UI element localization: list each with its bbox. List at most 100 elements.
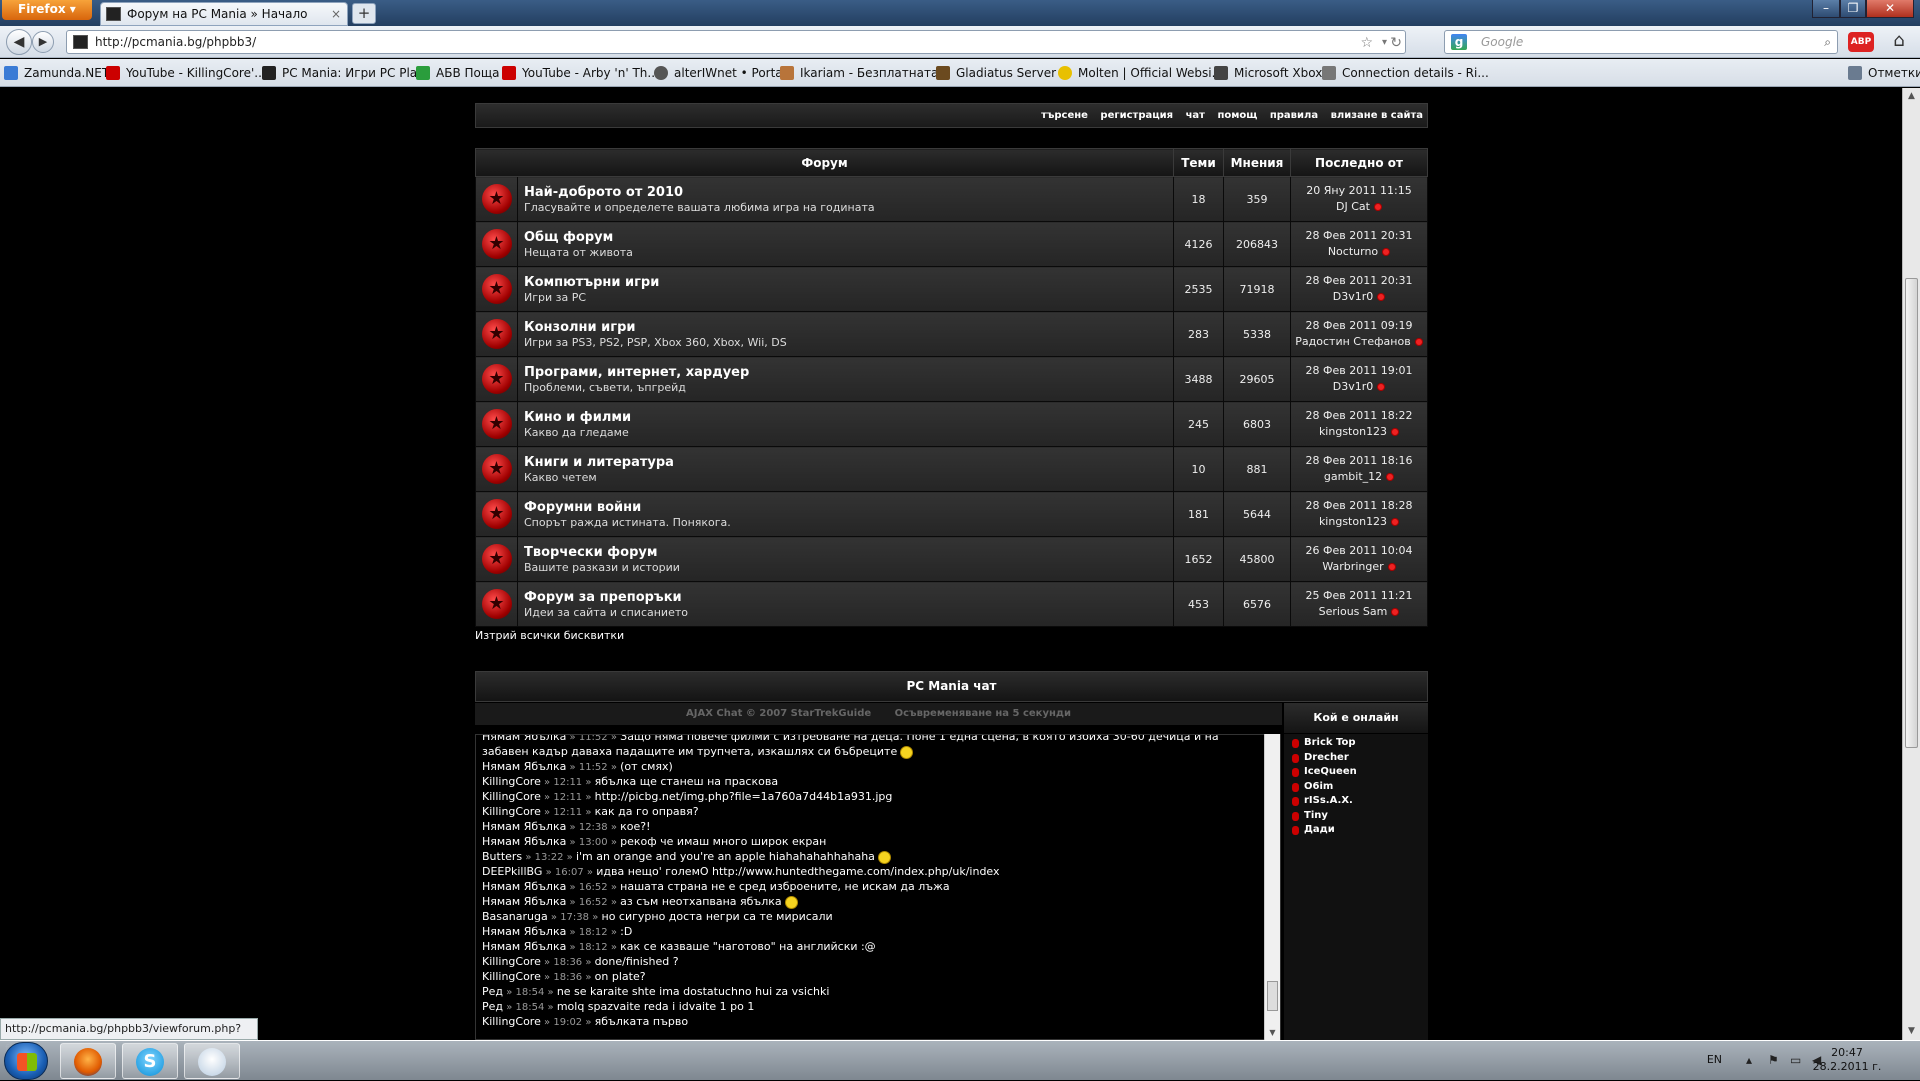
last-post-author-link[interactable]: D3v1r0 xyxy=(1333,290,1374,303)
online-user[interactable]: rISs.A.X. xyxy=(1284,794,1428,809)
last-post-author-link[interactable]: Warbringer xyxy=(1322,560,1383,573)
new-tab-button[interactable]: + xyxy=(352,3,376,24)
chat-username[interactable]: Butters xyxy=(482,850,522,863)
minimize-button[interactable]: – xyxy=(1812,0,1840,18)
last-post-author-link[interactable]: kingston123 xyxy=(1319,515,1387,528)
bookmark-item[interactable]: YouTube - KillingCore'... xyxy=(106,64,266,82)
forum-title-link[interactable]: Програми, интернет, хардуер xyxy=(524,365,1172,380)
close-window-button[interactable]: ✕ xyxy=(1866,0,1914,18)
nav-link-register[interactable]: регистрация xyxy=(1100,110,1173,121)
go-to-last-post-icon[interactable] xyxy=(1386,473,1395,481)
go-to-last-post-icon[interactable] xyxy=(1377,383,1386,391)
online-user[interactable]: IceQueen xyxy=(1284,765,1428,780)
go-to-last-post-icon[interactable] xyxy=(1391,608,1400,616)
last-post-author-link[interactable]: Nocturno xyxy=(1328,245,1378,258)
go-to-last-post-icon[interactable] xyxy=(1373,203,1382,211)
delete-cookies-link[interactable]: Изтрий всички бисквитки xyxy=(475,629,624,642)
chat-username[interactable]: Ред xyxy=(482,985,503,998)
home-icon[interactable]: ⌂ xyxy=(1884,30,1914,54)
go-to-last-post-icon[interactable] xyxy=(1377,293,1386,301)
forum-title-link[interactable]: Форум за препоръки xyxy=(524,590,1172,605)
start-button[interactable] xyxy=(4,1042,48,1080)
chat-username[interactable]: KillingCore xyxy=(482,955,541,968)
bookmark-item[interactable]: АБВ Поща xyxy=(416,64,500,82)
scroll-up-icon[interactable]: ▲ xyxy=(1903,88,1920,105)
other-bookmarks[interactable]: Отметки xyxy=(1848,64,1920,82)
forum-title-link[interactable]: Най-доброто от 2010 xyxy=(524,185,1172,200)
nav-link-rules[interactable]: правила xyxy=(1270,110,1318,121)
last-post-author-link[interactable]: Радостин Стефанов xyxy=(1295,335,1410,348)
chat-username[interactable]: KillingCore xyxy=(482,970,541,983)
go-to-last-post-icon[interactable] xyxy=(1414,338,1423,346)
google-icon[interactable]: g xyxy=(1451,34,1467,50)
clock[interactable]: 20:47 28.2.2011 г. xyxy=(1812,1046,1882,1074)
adblock-plus-icon[interactable]: ABP xyxy=(1848,32,1874,52)
action-center-flag-icon[interactable]: ⚑ xyxy=(1768,1053,1782,1067)
bookmark-item[interactable]: Molten | Official Websi... xyxy=(1058,64,1223,82)
online-user[interactable]: Дади xyxy=(1284,823,1428,838)
chat-username[interactable]: DEEPkillBG xyxy=(482,865,542,878)
show-hidden-icons-icon[interactable]: ▴ xyxy=(1746,1053,1760,1067)
bookmark-item[interactable]: Zamunda.NET xyxy=(4,64,109,82)
nav-link-help[interactable]: помощ xyxy=(1217,110,1257,121)
nav-link-search[interactable]: търсене xyxy=(1041,110,1088,121)
language-indicator[interactable]: EN xyxy=(1707,1053,1722,1066)
bookmark-item[interactable]: alterIWnet • Portal xyxy=(654,64,786,82)
last-post-author-link[interactable]: D3v1r0 xyxy=(1333,380,1374,393)
forward-button[interactable]: ▶ xyxy=(32,31,54,53)
page-scrollbar[interactable]: ▲ ▼ xyxy=(1902,88,1920,1040)
taskbar-paint[interactable] xyxy=(184,1043,240,1079)
chat-username[interactable]: Нямам Ябълка xyxy=(482,835,566,848)
scroll-down-icon[interactable]: ▼ xyxy=(1265,1025,1280,1040)
browser-tab[interactable]: Форум на PC Mania » Начало × xyxy=(100,2,348,26)
page-scroll-thumb[interactable] xyxy=(1905,278,1918,748)
chat-log[interactable]: Нямам Ябълка » 11:52 » Защо няма повече … xyxy=(475,734,1281,1040)
go-to-last-post-icon[interactable] xyxy=(1387,563,1396,571)
maximize-button[interactable]: ❐ xyxy=(1840,0,1866,18)
chat-username[interactable]: Ред xyxy=(482,1000,503,1013)
dropdown-icon[interactable]: ▾ xyxy=(1382,32,1387,54)
chat-username[interactable]: KillingCore xyxy=(482,805,541,818)
last-post-author-link[interactable]: Serious Sam xyxy=(1319,605,1388,618)
nav-link-chat[interactable]: чат xyxy=(1186,110,1205,121)
forum-title-link[interactable]: Творчески форум xyxy=(524,545,1172,560)
bookmark-item[interactable]: YouTube - Arby 'n' Th... xyxy=(502,64,659,82)
chat-username[interactable]: Нямам Ябълка xyxy=(482,940,566,953)
close-tab-icon[interactable]: × xyxy=(331,3,341,25)
forum-title-link[interactable]: Форумни войни xyxy=(524,500,1172,515)
forum-title-link[interactable]: Конзолни игри xyxy=(524,320,1172,335)
chat-scroll-thumb[interactable] xyxy=(1267,981,1278,1011)
bookmark-item[interactable]: PC Mania: Игри PC Pla... xyxy=(262,64,429,82)
go-to-last-post-icon[interactable] xyxy=(1391,428,1400,436)
last-post-author-link[interactable]: kingston123 xyxy=(1319,425,1387,438)
chat-username[interactable]: KillingCore xyxy=(482,1015,541,1028)
forum-title-link[interactable]: Книги и литература xyxy=(524,455,1172,470)
chat-scrollbar[interactable]: ▼ xyxy=(1264,734,1280,1040)
bookmark-item[interactable]: Connection details - Ri... xyxy=(1322,64,1489,82)
chat-username[interactable]: Нямам Ябълка xyxy=(482,895,566,908)
online-user[interactable]: Tiny xyxy=(1284,809,1428,824)
chat-username[interactable]: Нямам Ябълка xyxy=(482,760,566,773)
online-user[interactable]: Brick Top xyxy=(1284,736,1428,751)
bookmark-item[interactable]: Microsoft Xbox xyxy=(1214,64,1322,82)
go-to-last-post-icon[interactable] xyxy=(1382,248,1391,256)
last-post-author-link[interactable]: DJ Cat xyxy=(1336,200,1370,213)
forum-title-link[interactable]: Общ форум xyxy=(524,230,1172,245)
search-input[interactable]: g Google ⌕ xyxy=(1444,30,1838,54)
nav-link-login[interactable]: влизане в сайта xyxy=(1331,110,1423,121)
taskbar-firefox[interactable] xyxy=(60,1043,116,1079)
bookmark-item[interactable]: Gladiatus Server 1 xyxy=(936,64,1067,82)
last-post-author-link[interactable]: gambit_12 xyxy=(1324,470,1382,483)
back-button[interactable]: ◀ xyxy=(6,29,32,55)
chat-username[interactable]: KillingCore xyxy=(482,775,541,788)
go-to-last-post-icon[interactable] xyxy=(1391,518,1400,526)
firefox-menu-button[interactable]: Firefox ▾ xyxy=(2,0,92,20)
reload-icon[interactable]: ↻ xyxy=(1390,32,1402,54)
online-user[interactable]: O6im xyxy=(1284,780,1428,795)
bookmark-item[interactable]: Ikariam - Безплатната... xyxy=(780,64,950,82)
chat-username[interactable]: KillingCore xyxy=(482,790,541,803)
search-icon[interactable]: ⌕ xyxy=(1824,31,1831,53)
chat-username[interactable]: Нямам Ябълка xyxy=(482,820,566,833)
chat-username[interactable]: Basanaruga xyxy=(482,910,548,923)
chat-username[interactable]: Нямам Ябълка xyxy=(482,735,566,743)
